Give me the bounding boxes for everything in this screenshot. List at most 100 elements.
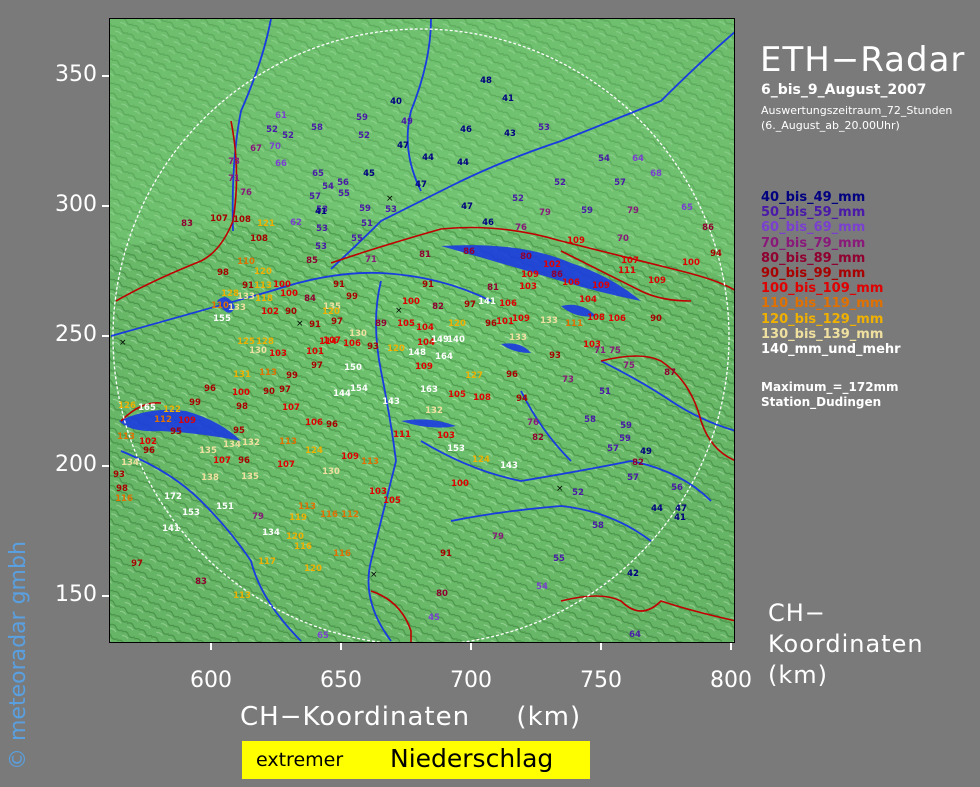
station-value: 71 — [594, 346, 606, 356]
station-value: 100 — [451, 479, 469, 489]
station-value: 41 — [315, 207, 327, 217]
station-value: 52 — [358, 131, 370, 141]
station-value: 53 — [538, 123, 550, 133]
station-value: 133 — [228, 303, 246, 313]
station-value: 96 — [143, 446, 155, 456]
station-value: 94 — [516, 394, 528, 404]
station-value: 86 — [463, 247, 475, 257]
date-range: 6_bis_9_August_2007 — [761, 82, 927, 98]
station-value: 47 — [461, 202, 473, 212]
station-value: 59 — [359, 204, 371, 214]
station-value: 40 — [390, 97, 402, 107]
station-value: 93 — [367, 342, 379, 352]
station-value: 109 — [567, 236, 585, 246]
station-value: 91 — [309, 320, 321, 330]
copyright-text: © meteoradar gmbh — [6, 541, 31, 770]
station-value: 101 — [306, 347, 324, 357]
station-value: 54 — [598, 154, 610, 164]
y-tick-mark — [102, 595, 109, 597]
y-tick-label: 250 — [55, 322, 97, 347]
station-value: 52 — [282, 131, 294, 141]
station-value: 120 — [387, 344, 405, 354]
station-value: 120 — [448, 319, 466, 329]
station-value: 113 — [279, 437, 297, 447]
station-value: 121 — [257, 219, 275, 229]
station-value: 130 — [322, 467, 340, 477]
station-value: 66 — [275, 159, 287, 169]
station-value: 107 — [210, 214, 228, 224]
station-value: 134 — [262, 528, 280, 538]
station-value: 83 — [181, 219, 193, 229]
station-value: 80 — [520, 252, 532, 262]
station-value: 100 — [232, 388, 250, 398]
station-value: 109 — [341, 452, 359, 462]
station-value: 107 — [277, 460, 295, 470]
station-value: 65 — [681, 203, 693, 213]
station-value: 133 — [540, 316, 558, 326]
x-tick-mark — [470, 643, 472, 650]
coord-label: CH− Koordinaten (km) — [768, 598, 924, 691]
station-value: 62 — [290, 218, 302, 228]
station-value: 41 — [502, 94, 514, 104]
station-value: 47 — [415, 180, 427, 190]
station-value: 53 — [385, 205, 397, 215]
station-value: 99 — [346, 292, 358, 302]
station-value: 98 — [217, 268, 229, 278]
legend-item: 90_bis_99_mm — [761, 265, 866, 281]
station-value: 124 — [305, 446, 323, 456]
station-value: 57 — [627, 473, 639, 483]
station-value: 130 — [349, 329, 367, 339]
station-value: 106 — [608, 314, 626, 324]
legend-item: 100_bis_109_mm — [761, 281, 884, 297]
station-value: 134 — [223, 440, 241, 450]
station-value: 91 — [333, 280, 345, 290]
station-value: 97 — [131, 559, 143, 569]
station-value: 97 — [331, 317, 343, 327]
radar-map[interactable]: × × × × × × 48 41 40 61 58 59 49 46 43 53 52 52 52 47 44 44… — [109, 18, 735, 643]
station-value: 107 — [621, 256, 639, 266]
station-value: 82 — [632, 458, 644, 468]
station-value: 58 — [584, 415, 596, 425]
station-value: 90 — [263, 387, 275, 397]
station-value: 110 — [237, 257, 255, 267]
legend-item: 110_bis_119_mm — [761, 296, 884, 312]
y-tick-mark — [102, 75, 109, 77]
station-value: 103 — [519, 282, 537, 292]
station-value: 143 — [382, 397, 400, 407]
station-value: 94 — [710, 249, 722, 259]
station-value: 91 — [242, 281, 254, 291]
x-tick-label: 600 — [190, 668, 232, 693]
station-value: 49 — [640, 447, 652, 457]
station-value: 45 — [363, 169, 375, 179]
station-value: 109 — [521, 270, 539, 280]
coord-label-line: CH− — [768, 599, 826, 627]
station-value: 113 — [361, 457, 379, 467]
station-value: 109 — [512, 314, 530, 324]
station-value: 44 — [651, 504, 663, 514]
station-value: 143 — [500, 461, 518, 471]
station-value: 163 — [420, 385, 438, 395]
x-tick-mark — [730, 643, 732, 650]
station-value: 108 — [587, 313, 605, 323]
station-value: 64 — [629, 630, 641, 640]
station-value: 52 — [512, 194, 524, 204]
station-value: 164 — [435, 352, 453, 362]
banner-word-1: extremer — [256, 749, 344, 771]
station-value: 41 — [674, 513, 686, 523]
legend-item: 70_bis_79_mm — [761, 235, 866, 251]
station-value: 96 — [238, 456, 250, 466]
station-value: 56 — [671, 483, 683, 493]
station-value: 73 — [562, 375, 574, 385]
station-value: 112 — [154, 415, 172, 425]
banner-word-2: Niederschlag — [390, 744, 554, 773]
station-value: 86 — [702, 223, 714, 233]
station-value: 138 — [201, 473, 219, 483]
station-value: 109 — [178, 416, 196, 426]
station-value: 55 — [338, 189, 350, 199]
station-value: 118 — [255, 294, 273, 304]
station-value: 93 — [113, 470, 125, 480]
station-value: 97 — [311, 361, 323, 371]
station-value: 44 — [457, 158, 469, 168]
station-value: 122 — [163, 405, 181, 415]
station-value: 83 — [195, 577, 207, 587]
